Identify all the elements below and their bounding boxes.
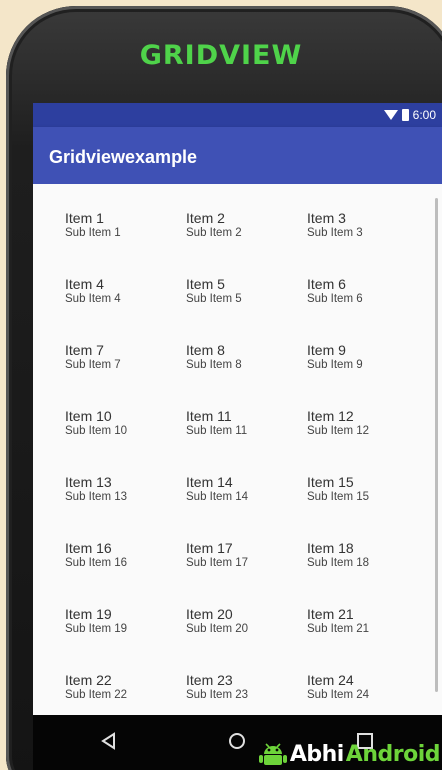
grid-item-title: Item 20	[186, 606, 233, 622]
grid-item-subtitle: Sub Item 12	[307, 425, 370, 437]
grid-item[interactable]: Item 20 Sub Item 20	[186, 606, 307, 672]
grid-item-subtitle: Sub Item 16	[65, 557, 128, 569]
wifi-icon	[383, 110, 398, 120]
grid-view-container[interactable]: Item 1 Sub Item 1 Item 2 Sub Item 2 Item 3 Su…	[33, 184, 442, 715]
grid-item-subtitle: Sub Item 24	[307, 689, 370, 701]
grid-item-subtitle: Sub Item 22	[65, 689, 128, 701]
grid-item-title: Item 3	[307, 210, 346, 226]
grid-item-subtitle: Sub Item 14	[186, 491, 249, 503]
grid-item[interactable]: Item 13 Sub Item 13	[65, 474, 186, 540]
grid-item-subtitle: Sub Item 2	[186, 227, 242, 239]
grid-item-subtitle: Sub Item 18	[307, 557, 370, 569]
screenshot-stage: GRIDVIEW 6:00 Gridviewexample Item 1 Sub …	[0, 0, 442, 770]
grid-item-title: Item 11	[186, 408, 232, 424]
status-time: 6:00	[412, 108, 436, 122]
grid-item[interactable]: Item 18 Sub Item 18	[307, 540, 425, 606]
grid-item[interactable]: Item 19 Sub Item 19	[65, 606, 186, 672]
grid-item[interactable]: Item 14 Sub Item 14	[186, 474, 307, 540]
grid-item-subtitle: Sub Item 11	[186, 425, 248, 437]
grid-item[interactable]: Item 17 Sub Item 17	[186, 540, 307, 606]
grid-item-subtitle: Sub Item 13	[65, 491, 128, 503]
grid-item[interactable]: Item 16 Sub Item 16	[65, 540, 186, 606]
grid-item-title: Item 13	[65, 474, 112, 490]
grid-item-title: Item 9	[307, 342, 346, 358]
grid-item-title: Item 12	[307, 408, 354, 424]
grid-item[interactable]: Item 24 Sub Item 24	[307, 672, 425, 715]
grid-item-title: Item 14	[186, 474, 233, 490]
grid-item-title: Item 21	[307, 606, 354, 622]
grid-item-title: Item 19	[65, 606, 112, 622]
scrollbar-thumb[interactable]	[435, 198, 438, 692]
device-brand-label: GRIDVIEW	[139, 40, 303, 71]
grid-item-subtitle: Sub Item 21	[307, 623, 370, 635]
status-bar: 6:00	[33, 103, 442, 127]
grid-item-title: Item 15	[307, 474, 354, 490]
grid-item[interactable]: Item 6 Sub Item 6	[307, 276, 425, 342]
grid-item-subtitle: Sub Item 6	[307, 293, 363, 305]
grid-item-title: Item 8	[186, 342, 225, 358]
app-title: Gridviewexample	[49, 147, 198, 167]
grid-item-subtitle: Sub Item 9	[307, 359, 363, 371]
grid-item-subtitle: Sub Item 4	[65, 293, 121, 305]
grid-item-subtitle: Sub Item 20	[186, 623, 249, 635]
grid-item[interactable]: Item 11 Sub Item 11	[186, 408, 307, 474]
grid-item-subtitle: Sub Item 19	[65, 623, 128, 635]
grid-item[interactable]: Item 21 Sub Item 21	[307, 606, 425, 672]
grid-item[interactable]: Item 23 Sub Item 23	[186, 672, 307, 715]
grid-item[interactable]: Item 22 Sub Item 22	[65, 672, 186, 715]
watermark-android-text: Android	[345, 741, 441, 767]
grid-item[interactable]: Item 12 Sub Item 12	[307, 408, 425, 474]
grid-item-title: Item 2	[186, 210, 225, 226]
grid-item-title: Item 10	[65, 408, 112, 424]
navigation-bar: Abhi Android	[33, 715, 442, 770]
grid-item-title: Item 6	[307, 276, 346, 292]
grid-item-title: Item 4	[65, 276, 104, 292]
grid-item-subtitle: Sub Item 7	[65, 359, 121, 371]
grid-item-title: Item 5	[186, 276, 225, 292]
grid-item-subtitle: Sub Item 3	[307, 227, 363, 239]
grid-item-subtitle: Sub Item 10	[65, 425, 128, 437]
app-toolbar: Gridviewexample	[33, 127, 442, 184]
grid-item-subtitle: Sub Item 23	[186, 689, 249, 701]
grid-item[interactable]: Item 9 Sub Item 9	[307, 342, 425, 408]
grid-item-subtitle: Sub Item 8	[186, 359, 242, 371]
grid-item-subtitle: Sub Item 5	[186, 293, 242, 305]
phone-screen: 6:00 Gridviewexample Item 1 Sub Item 1 Ite…	[33, 103, 442, 715]
android-robot-icon	[258, 743, 287, 765]
grid-item[interactable]: Item 5 Sub Item 5	[186, 276, 307, 342]
abhiandroid-watermark: Abhi Android	[258, 740, 441, 768]
grid-item-title: Item 22	[65, 672, 112, 688]
status-icons: 6:00	[383, 107, 436, 123]
battery-icon	[401, 109, 409, 121]
grid-item-subtitle: Sub Item 17	[186, 557, 249, 569]
grid-item-title: Item 23	[186, 672, 233, 688]
grid-item[interactable]: Item 8 Sub Item 8	[186, 342, 307, 408]
grid-view[interactable]: Item 1 Sub Item 1 Item 2 Sub Item 2 Item 3 Su…	[65, 210, 425, 715]
grid-item-title: Item 18	[307, 540, 354, 556]
home-circle-icon[interactable]	[223, 727, 251, 755]
grid-item-subtitle: Sub Item 15	[307, 491, 370, 503]
grid-item-title: Item 16	[65, 540, 112, 556]
grid-item[interactable]: Item 7 Sub Item 7	[65, 342, 186, 408]
grid-item[interactable]: Item 4 Sub Item 4	[65, 276, 186, 342]
grid-item-title: Item 1	[65, 210, 104, 226]
grid-item[interactable]: Item 1 Sub Item 1	[65, 210, 186, 276]
watermark-abhi-text: Abhi	[289, 741, 344, 767]
grid-item[interactable]: Item 10 Sub Item 10	[65, 408, 186, 474]
grid-item-subtitle: Sub Item 1	[65, 227, 121, 239]
grid-item[interactable]: Item 3 Sub Item 3	[307, 210, 425, 276]
grid-item-title: Item 17	[186, 540, 233, 556]
back-triangle-icon[interactable]	[95, 727, 123, 755]
grid-item[interactable]: Item 15 Sub Item 15	[307, 474, 425, 540]
grid-item[interactable]: Item 2 Sub Item 2	[186, 210, 307, 276]
grid-item-title: Item 7	[65, 342, 104, 358]
grid-item-title: Item 24	[307, 672, 354, 688]
